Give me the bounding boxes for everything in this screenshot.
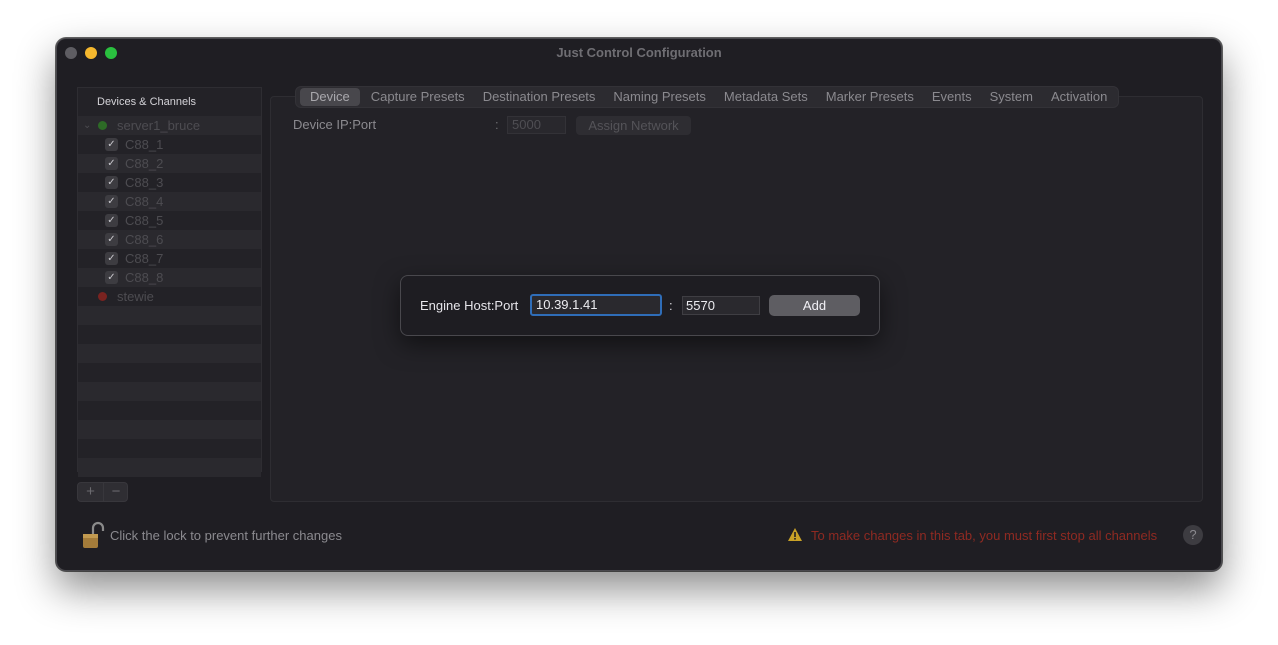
channel-name: C88_5 (125, 213, 164, 228)
empty-row (78, 401, 261, 420)
warning-icon (788, 528, 802, 541)
window-title: Just Control Configuration (556, 45, 722, 60)
channel-name: C88_6 (125, 232, 164, 247)
sidebar-header: Devices & Channels (97, 96, 197, 108)
tab-bar: Device Capture Presets Destination Prese… (295, 86, 1120, 108)
engine-port-separator: : (669, 298, 673, 313)
add-engine-button[interactable]: Add (769, 295, 860, 316)
channel-row[interactable]: ✓ C88_1 (78, 135, 261, 154)
tab-metadata-sets[interactable]: Metadata Sets (717, 88, 815, 106)
status-dot-icon (98, 292, 107, 301)
tab-marker-presets[interactable]: Marker Presets (819, 88, 921, 106)
empty-row (78, 363, 261, 382)
channel-row[interactable]: ✓ C88_8 (78, 268, 261, 287)
empty-row (78, 439, 261, 458)
empty-row (78, 420, 261, 439)
channel-name: C88_8 (125, 270, 164, 285)
title-bar: Just Control Configuration (57, 39, 1221, 67)
server-name: server1_bruce (117, 118, 201, 133)
channel-name: C88_1 (125, 137, 164, 152)
checkbox-checked-icon[interactable]: ✓ (105, 214, 118, 227)
tab-capture-presets[interactable]: Capture Presets (364, 88, 472, 106)
config-window: Just Control Configuration Devices & Cha… (56, 38, 1222, 571)
tab-device[interactable]: Device (300, 88, 360, 106)
engine-port-input[interactable]: 5570 (682, 296, 760, 315)
channel-row[interactable]: ✓ C88_2 (78, 154, 261, 173)
channel-name: C88_7 (125, 251, 164, 266)
tab-system[interactable]: System (983, 88, 1040, 106)
assign-network-button[interactable]: Assign Network (576, 116, 691, 135)
channel-row[interactable]: ✓ C88_4 (78, 192, 261, 211)
channel-name: C88_3 (125, 175, 164, 190)
checkbox-checked-icon[interactable]: ✓ (105, 195, 118, 208)
channel-row[interactable]: ✓ C88_3 (78, 173, 261, 192)
tab-events[interactable]: Events (925, 88, 979, 106)
warning-message: To make changes in this tab, you must fi… (811, 528, 1158, 543)
lock-hint-text: Click the lock to prevent further change… (110, 528, 342, 543)
checkbox-checked-icon[interactable]: ✓ (105, 157, 118, 170)
channel-row[interactable]: ✓ C88_7 (78, 249, 261, 268)
devices-sidebar: Devices & Channels ⌄ server1_bruce ✓ C88… (77, 87, 262, 477)
device-ip-port-label: Device IP:Port (293, 117, 377, 132)
server-row[interactable]: ⌄ server1_bruce (78, 116, 261, 135)
engine-host-input[interactable]: 10.39.1.41 (530, 294, 662, 316)
empty-row (78, 382, 261, 401)
tab-naming-presets[interactable]: Naming Presets (606, 88, 712, 106)
channel-row[interactable]: ✓ C88_6 (78, 230, 261, 249)
chevron-down-icon[interactable]: ⌄ (83, 116, 91, 135)
remove-device-button[interactable]: − (103, 483, 128, 501)
empty-row (78, 458, 261, 477)
channel-name: C88_2 (125, 156, 164, 171)
engine-host-dialog: Engine Host:Port 10.39.1.41 : 5570 Add (400, 275, 880, 336)
help-button[interactable]: ? (1183, 525, 1203, 545)
add-device-button[interactable]: + (78, 483, 103, 501)
add-remove-control: + − (77, 482, 128, 502)
device-port-separator: : (495, 117, 499, 132)
checkbox-checked-icon[interactable]: ✓ (105, 252, 118, 265)
empty-row (78, 325, 261, 344)
checkbox-checked-icon[interactable]: ✓ (105, 233, 118, 246)
channel-row[interactable]: ✓ C88_5 (78, 211, 261, 230)
server-name: stewie (117, 289, 154, 304)
tab-activation[interactable]: Activation (1044, 88, 1114, 106)
server-row[interactable]: stewie (78, 287, 261, 306)
engine-host-port-label: Engine Host:Port (420, 298, 519, 313)
checkbox-checked-icon[interactable]: ✓ (105, 176, 118, 189)
tab-destination-presets[interactable]: Destination Presets (476, 88, 603, 106)
status-dot-icon (98, 121, 107, 130)
device-port-field[interactable]: 5000 (507, 116, 566, 134)
unlocked-lock-icon[interactable] (81, 520, 105, 550)
checkbox-checked-icon[interactable]: ✓ (105, 138, 118, 151)
checkbox-checked-icon[interactable]: ✓ (105, 271, 118, 284)
channel-name: C88_4 (125, 194, 164, 209)
empty-row (78, 306, 261, 325)
empty-row (78, 344, 261, 363)
